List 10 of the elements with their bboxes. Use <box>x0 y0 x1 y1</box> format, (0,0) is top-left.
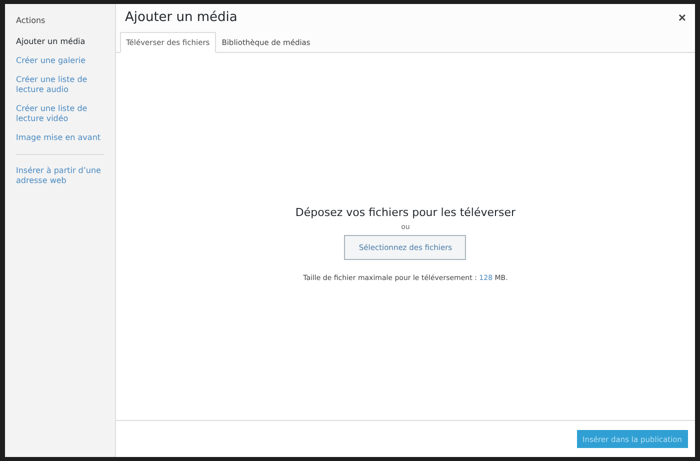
sidebar-link[interactable]: Créer une galerie <box>16 56 115 66</box>
sidebar-link[interactable]: Créer une liste de lecture audio <box>16 75 115 95</box>
window-title: Ajouter un média <box>125 10 238 24</box>
sidebar-link[interactable]: Créer une liste de lecture vidéo <box>16 104 115 124</box>
sidebar-link[interactable]: Insérer à partir d’une adresse web <box>16 166 115 186</box>
drop-instructions: Déposez vos fichiers pour les téléverser <box>295 206 516 218</box>
close-button[interactable]: × <box>678 10 686 24</box>
sidebar-link[interactable]: Image mise en avant <box>16 133 115 143</box>
sidebar-heading: Actions <box>16 16 46 25</box>
sidebar-link[interactable]: Ajouter un média <box>16 37 115 47</box>
